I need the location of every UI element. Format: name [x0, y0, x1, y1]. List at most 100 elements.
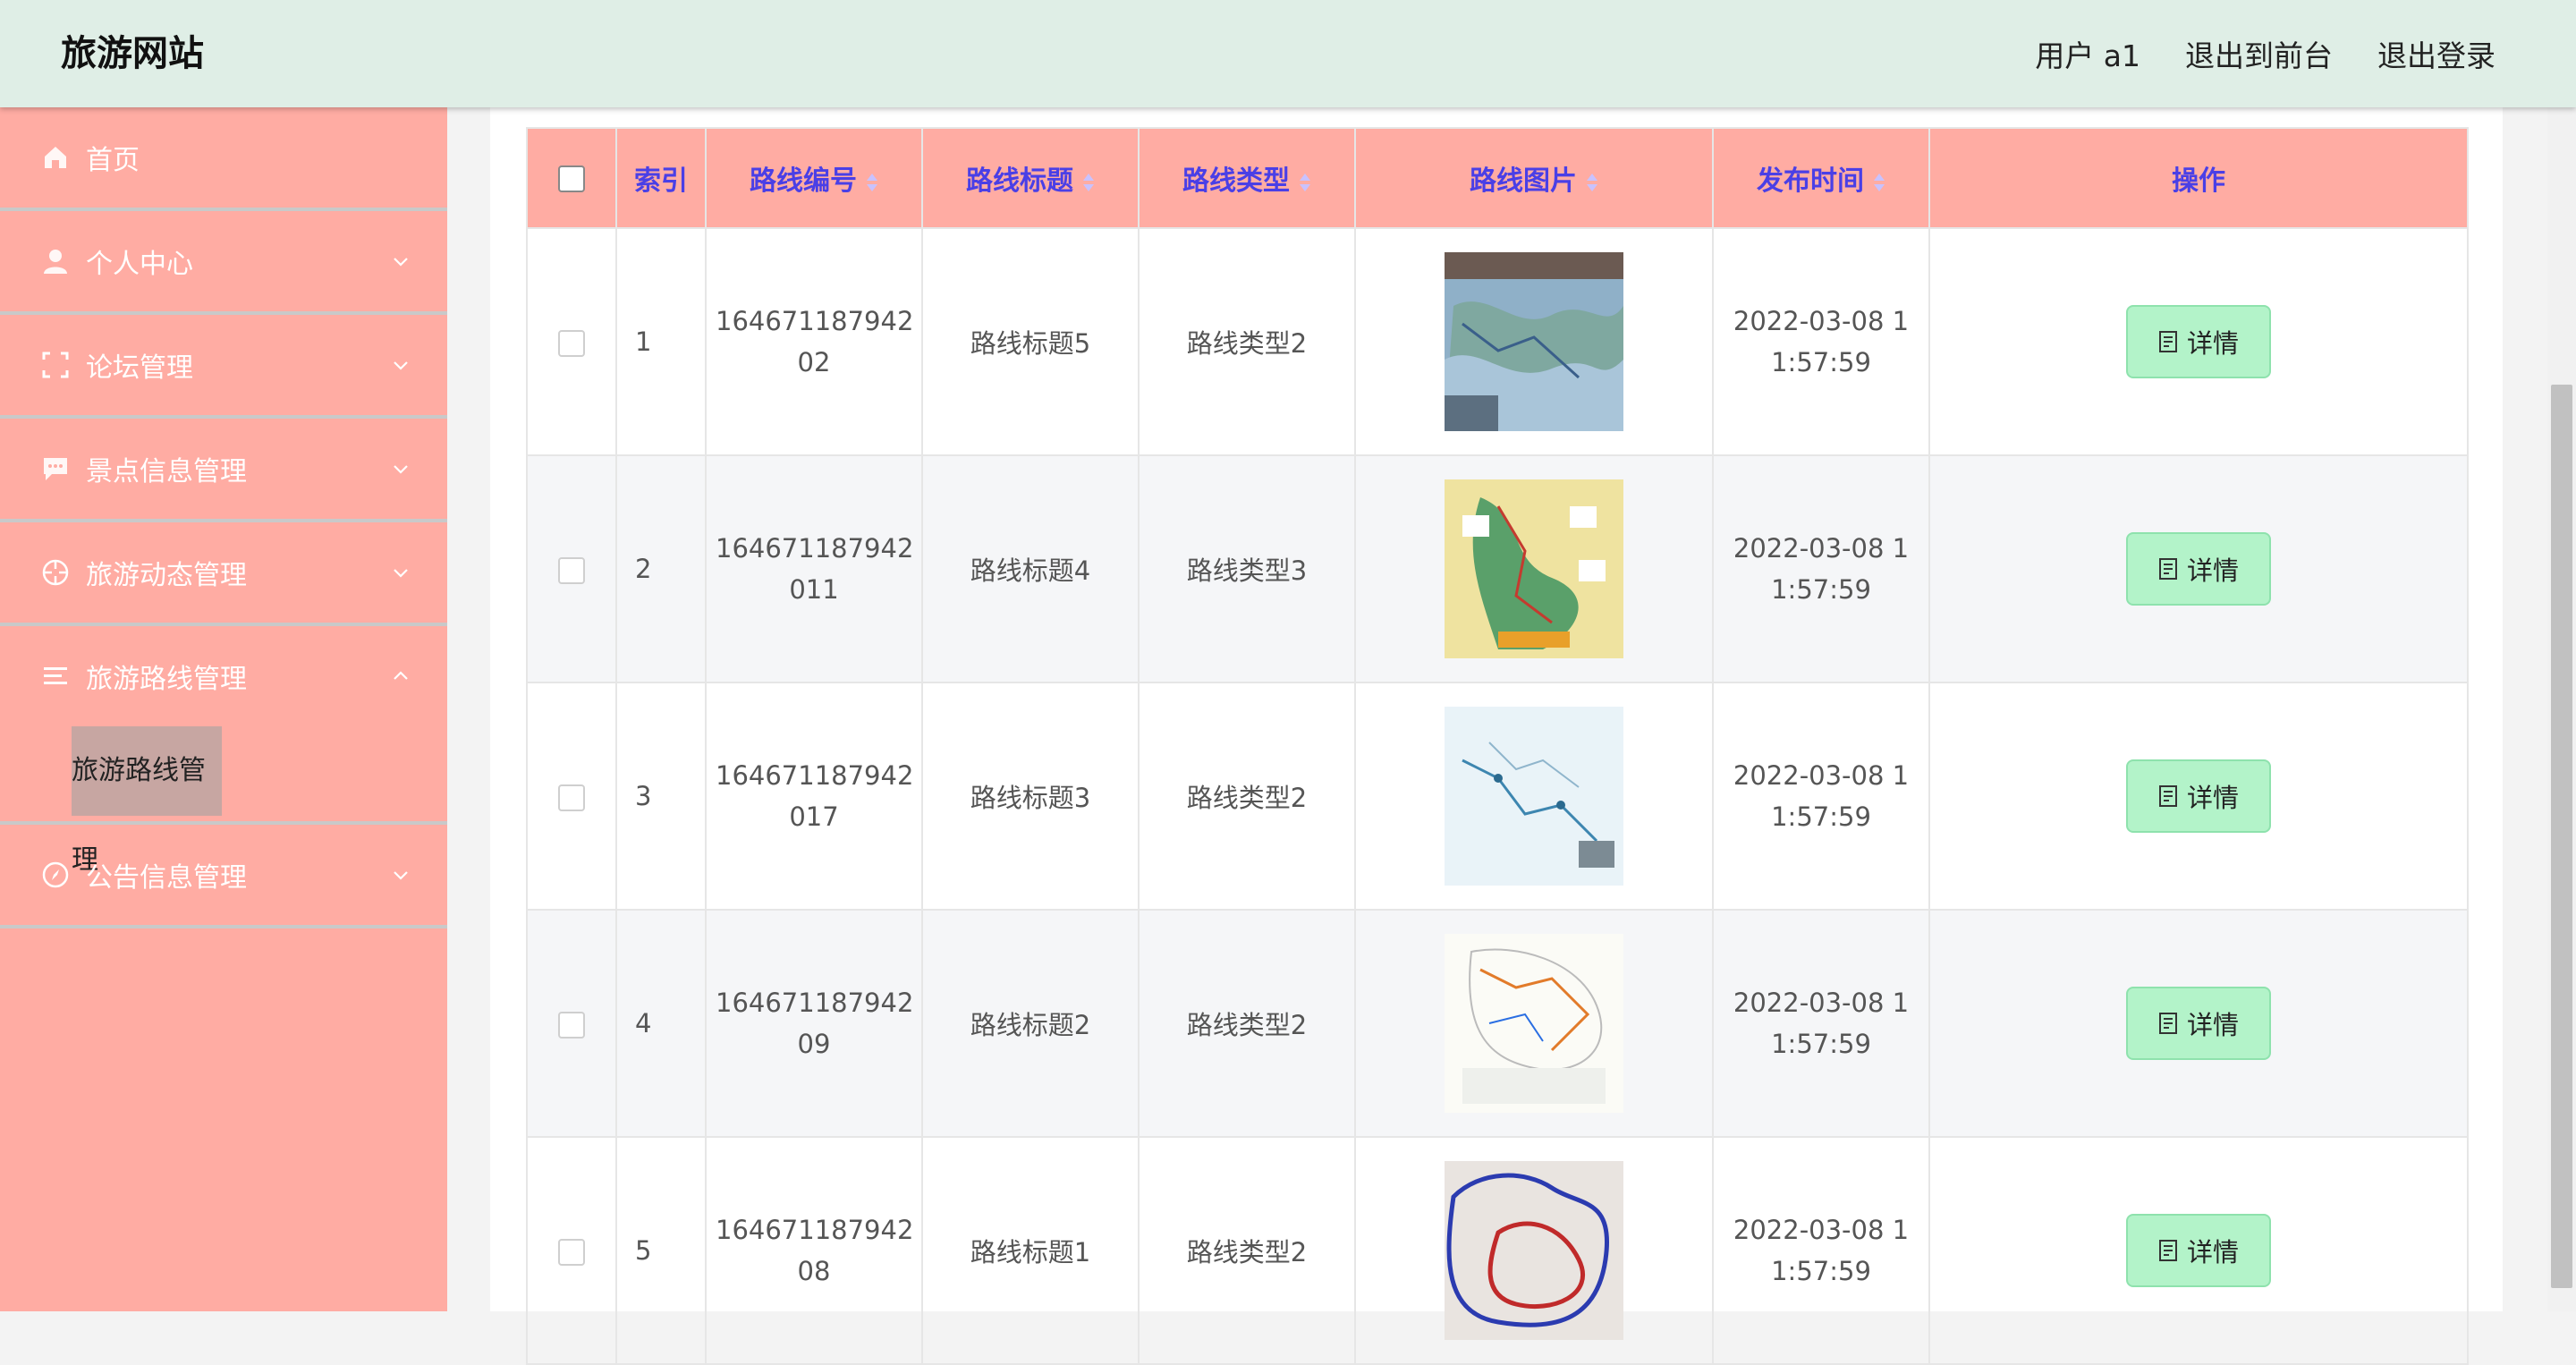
- sidebar: 首页 个人中心 论坛管理 景点信息管理 旅游动态管理 旅游路线管理 旅游路线管理…: [0, 107, 447, 1311]
- header-time[interactable]: 发布时间: [1712, 127, 1930, 229]
- chevron-down-icon: [394, 361, 408, 370]
- action-cell: 详情: [1928, 454, 2469, 683]
- row-checkbox[interactable]: [558, 557, 585, 584]
- header-title[interactable]: 路线标题: [921, 127, 1140, 229]
- route-image-cell: [1354, 1136, 1714, 1365]
- top-bar: 旅游网站 用户 a1 退出到前台 退出登录: [0, 0, 2576, 107]
- site-title: 旅游网站: [61, 33, 204, 74]
- crosshair-icon: [42, 559, 69, 586]
- header-action: 操作: [1928, 127, 2469, 229]
- route-title: 路线标题1: [921, 1136, 1140, 1365]
- frame-icon: [42, 352, 69, 378]
- route-image: [1445, 1161, 1623, 1340]
- header-select-all[interactable]: [526, 127, 617, 229]
- row-index: 4: [615, 909, 707, 1138]
- route-image-cell: [1354, 454, 1714, 683]
- sidebar-item-label: 景点信息管理: [86, 456, 247, 488]
- table-row: 5 164671187942 08 路线标题1 路线类型2 2022-03-08 …: [526, 1136, 2469, 1365]
- route-type: 路线类型2: [1138, 227, 1356, 456]
- chevron-down-icon: [394, 465, 408, 474]
- sort-icon[interactable]: [1082, 173, 1095, 192]
- route-title: 路线标题4: [921, 454, 1140, 683]
- sort-icon[interactable]: [1586, 173, 1598, 192]
- exit-to-front-link[interactable]: 退出到前台: [2185, 32, 2333, 75]
- logout-link[interactable]: 退出登录: [2377, 32, 2496, 75]
- detail-button[interactable]: 详情: [2126, 987, 2271, 1060]
- chat-icon: [44, 458, 67, 480]
- header-code[interactable]: 路线编号: [705, 127, 923, 229]
- chevron-down-icon: [394, 258, 408, 267]
- route-image-cell: [1354, 227, 1714, 456]
- current-user: 用户 a1: [2035, 38, 2140, 73]
- sidebar-item-news[interactable]: 旅游动态管理: [0, 522, 447, 626]
- header-image[interactable]: 路线图片: [1354, 127, 1714, 229]
- document-icon: [2158, 558, 2177, 580]
- table-row: 4 164671187942 09 路线标题2 路线类型2 2022-03-08 …: [526, 909, 2469, 1138]
- select-all-checkbox[interactable]: [558, 165, 585, 192]
- route-code: 164671187942 09: [705, 909, 923, 1138]
- sidebar-item-label: 公告信息管理: [86, 862, 247, 894]
- route-type: 路线类型3: [1138, 454, 1356, 683]
- route-image: [1445, 707, 1623, 886]
- scrollbar-thumb[interactable]: [2551, 385, 2572, 1288]
- table-row: 3 164671187942 017 路线标题3 路线类型2 2022-03-08…: [526, 682, 2469, 911]
- header-type[interactable]: 路线类型: [1138, 127, 1356, 229]
- route-title: 路线标题5: [921, 227, 1140, 456]
- document-icon: [2158, 331, 2177, 352]
- sidebar-item-scenic[interactable]: 景点信息管理: [0, 419, 447, 522]
- route-type: 路线类型2: [1138, 682, 1356, 911]
- document-icon: [2158, 1013, 2177, 1034]
- user-icon: [44, 250, 67, 274]
- route-image-cell: [1354, 909, 1714, 1138]
- chevron-down-icon: [394, 871, 408, 880]
- home-icon: [45, 147, 66, 168]
- row-index: 3: [615, 682, 707, 911]
- submenu-item-route-management[interactable]: 旅游路线管理: [72, 726, 222, 876]
- chevron-down-icon: [394, 569, 408, 578]
- action-cell: 详情: [1928, 1136, 2469, 1365]
- table-row: 1 164671187942 02 路线标题5 路线类型2 2022-03-08 …: [526, 227, 2469, 456]
- action-cell: 详情: [1928, 682, 2469, 911]
- sidebar-item-personal-center[interactable]: 个人中心: [0, 211, 447, 315]
- sidebar-item-notice[interactable]: 公告信息管理: [0, 825, 447, 928]
- main-content: 索引 路线编号 路线标题 路线类型 路线图片 发布时间 操作 1 1646711…: [490, 107, 2503, 1365]
- route-type: 路线类型2: [1138, 909, 1356, 1138]
- publish-time: 2022-03-08 1 1:57:59: [1712, 227, 1930, 456]
- routes-submenu: 旅游路线管理: [0, 726, 447, 876]
- route-code: 164671187942 011: [705, 454, 923, 683]
- publish-time: 2022-03-08 1 1:57:59: [1712, 909, 1930, 1138]
- publish-time: 2022-03-08 1 1:57:59: [1712, 1136, 1930, 1365]
- route-image-cell: [1354, 682, 1714, 911]
- sort-icon[interactable]: [1299, 173, 1311, 192]
- detail-button[interactable]: 详情: [2126, 759, 2271, 833]
- detail-button[interactable]: 详情: [2126, 305, 2271, 378]
- action-cell: 详情: [1928, 227, 2469, 456]
- detail-button[interactable]: 详情: [2126, 532, 2271, 606]
- row-index: 5: [615, 1136, 707, 1365]
- sort-icon[interactable]: [866, 173, 878, 192]
- table-row: 2 164671187942 011 路线标题4 路线类型3 2022-03-08…: [526, 454, 2469, 683]
- route-image: [1445, 934, 1623, 1113]
- action-cell: 详情: [1928, 909, 2469, 1138]
- row-checkbox[interactable]: [558, 1239, 585, 1266]
- row-index: 2: [615, 454, 707, 683]
- row-checkbox[interactable]: [558, 330, 585, 357]
- header-index: 索引: [615, 127, 707, 229]
- sidebar-item-home[interactable]: 首页: [0, 107, 447, 211]
- scrollbar[interactable]: [2547, 107, 2576, 1311]
- detail-button[interactable]: 详情: [2126, 1214, 2271, 1287]
- sort-icon[interactable]: [1873, 173, 1885, 192]
- sidebar-item-forum[interactable]: 论坛管理: [0, 315, 447, 419]
- sidebar-item-routes[interactable]: 旅游路线管理: [0, 626, 447, 726]
- route-code: 164671187942 02: [705, 227, 923, 456]
- compass-icon: [42, 861, 69, 888]
- row-checkbox[interactable]: [558, 784, 585, 811]
- route-title: 路线标题3: [921, 682, 1140, 911]
- table-header-row: 索引 路线编号 路线标题 路线类型 路线图片 发布时间 操作: [526, 127, 2469, 229]
- row-index: 1: [615, 227, 707, 456]
- publish-time: 2022-03-08 1 1:57:59: [1712, 454, 1930, 683]
- row-checkbox[interactable]: [558, 1012, 585, 1039]
- publish-time: 2022-03-08 1 1:57:59: [1712, 682, 1930, 911]
- sidebar-item-label: 旅游动态管理: [86, 560, 247, 591]
- document-icon: [2158, 1240, 2177, 1261]
